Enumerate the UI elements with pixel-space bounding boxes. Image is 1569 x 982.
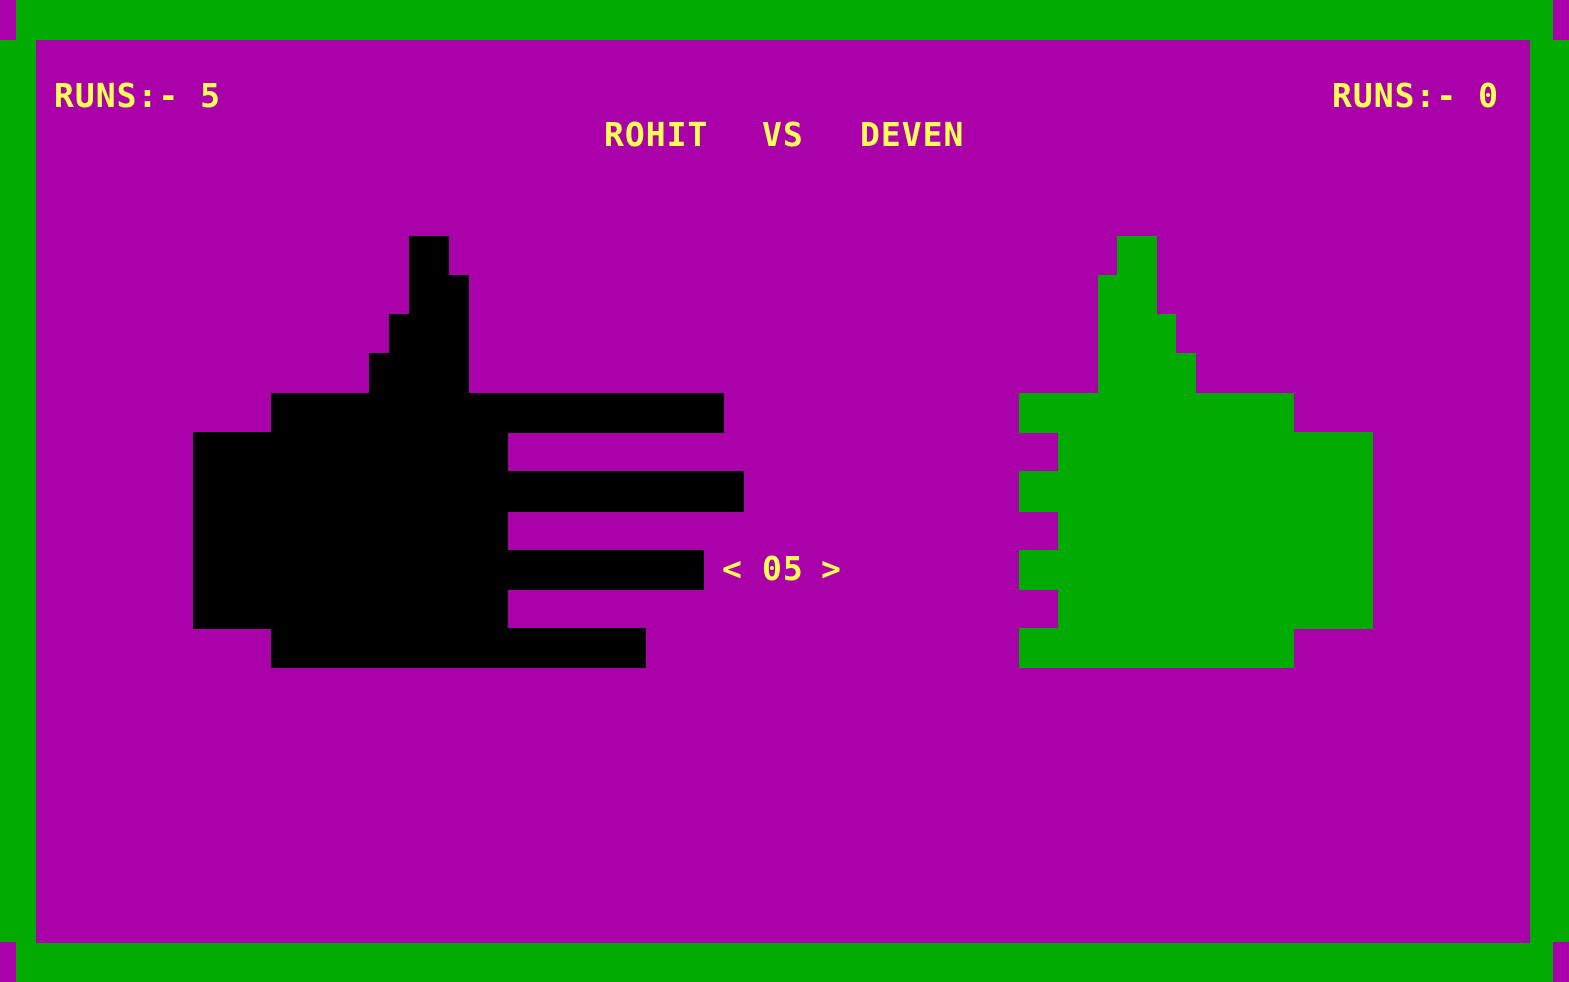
border-corner bbox=[0, 0, 16, 40]
decrease-arrow-button[interactable]: < bbox=[722, 549, 743, 589]
selected-number: 05 bbox=[762, 549, 804, 588]
game-screen: RUNS:- 5 RUNS:- 0 ROHIT VS DEVEN < 05 > bbox=[0, 0, 1569, 982]
player-name: ROHIT bbox=[604, 115, 709, 154]
player-runs: RUNS:- 5 bbox=[54, 76, 221, 115]
border-corner bbox=[1553, 0, 1569, 40]
border-corner bbox=[0, 942, 16, 982]
opponent-runs: RUNS:- 0 bbox=[1332, 76, 1499, 115]
border-corner bbox=[1553, 942, 1569, 982]
opponent-name: DEVEN bbox=[860, 115, 965, 154]
versus-label: VS bbox=[762, 115, 804, 154]
increase-arrow-button[interactable]: > bbox=[821, 549, 842, 589]
